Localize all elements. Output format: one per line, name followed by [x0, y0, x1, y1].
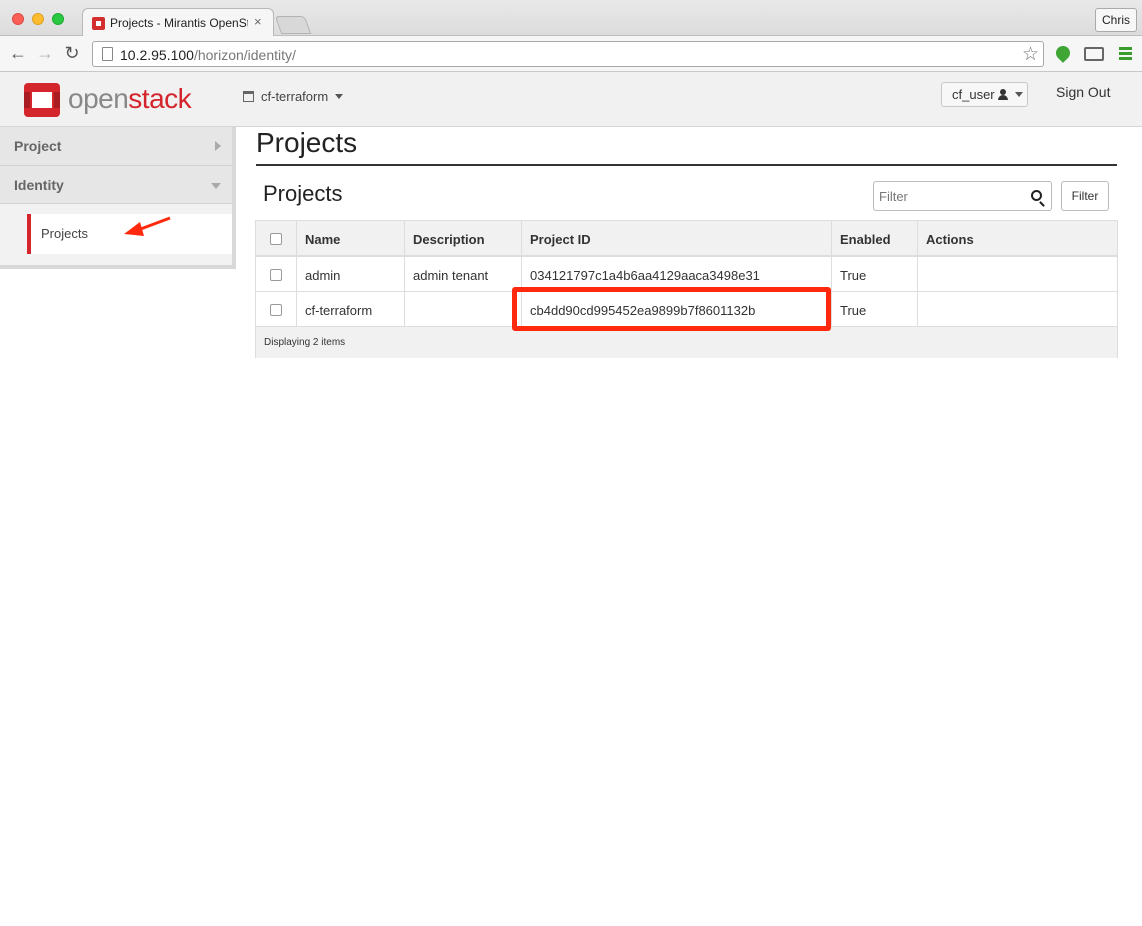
openstack-logo-icon[interactable]	[24, 83, 60, 117]
column-header-name[interactable]: Name	[297, 221, 405, 255]
column-header-actions: Actions	[926, 232, 974, 247]
logo-open-text: open	[68, 83, 129, 114]
caret-down-icon	[1014, 92, 1023, 97]
page-icon	[102, 47, 113, 61]
cell-description	[405, 292, 522, 326]
cell-actions	[918, 292, 1117, 326]
cell-description: admin tenant	[405, 257, 522, 291]
openstack-header: openstack cf-terraform cf_user Sign Out	[0, 72, 1142, 127]
cell-enabled: True	[832, 292, 918, 326]
address-bar[interactable]: 10.2.95.100/horizon/identity/ ☆	[92, 41, 1044, 67]
cell-enabled: True	[832, 257, 918, 291]
reload-icon[interactable]: ↻	[62, 43, 82, 63]
filter-button[interactable]: Filter	[1061, 181, 1109, 211]
browser-tab-bar: Projects - Mirantis OpenStack × Chris	[0, 0, 1142, 36]
table-title: Projects	[263, 181, 343, 206]
tab-title: Projects - Mirantis OpenStack	[110, 16, 248, 30]
column-header-description[interactable]: Description	[405, 221, 522, 255]
url-host: 10.2.95.100	[120, 47, 194, 63]
cell-name: admin	[297, 257, 405, 291]
row-select-cell	[256, 292, 297, 326]
row-select-cell	[256, 257, 297, 291]
select-all-cell	[256, 221, 297, 255]
user-menu[interactable]: cf_user	[941, 82, 1028, 107]
back-arrow-icon[interactable]: ←	[8, 43, 28, 63]
sidebar-panel-label: Identity	[14, 177, 64, 193]
openstack-logo-text[interactable]: openstack	[68, 83, 192, 115]
filter-input[interactable]: Filter	[873, 181, 1052, 211]
minimize-window-button[interactable]	[32, 13, 44, 25]
evernote-extension-icon[interactable]	[1054, 45, 1072, 63]
url-text: 10.2.95.100/horizon/identity/	[120, 47, 296, 63]
row-checkbox[interactable]	[270, 269, 282, 281]
search-icon[interactable]	[1031, 190, 1042, 201]
column-header-project-id[interactable]: Project ID	[522, 221, 832, 255]
browser-tab[interactable]: Projects - Mirantis OpenStack ×	[82, 8, 274, 36]
cast-icon[interactable]	[1084, 47, 1104, 61]
page-title: Projects	[256, 127, 358, 158]
sidebar-panel-label: Project	[14, 138, 62, 154]
annotation-highlight-box	[512, 287, 831, 331]
close-window-button[interactable]	[12, 13, 24, 25]
column-header-enabled[interactable]: Enabled	[832, 221, 918, 255]
chevron-right-icon	[215, 141, 221, 151]
menu-icon[interactable]	[1116, 45, 1134, 63]
table-footer: Displaying 2 items	[256, 327, 1117, 358]
annotation-arrow-icon	[124, 216, 171, 236]
chevron-down-icon	[211, 183, 221, 189]
sidebar-panel-identity[interactable]: Identity	[0, 166, 232, 204]
url-path: /horizon/identity/	[193, 47, 296, 63]
row-checkbox[interactable]	[270, 304, 282, 316]
forward-arrow-icon[interactable]: →	[35, 43, 55, 63]
cell-name: cf-terraform	[297, 292, 405, 326]
identity-submenu: Projects	[0, 204, 232, 265]
profile-button[interactable]: Chris	[1095, 8, 1137, 32]
cell-actions	[918, 257, 1117, 291]
new-tab-button[interactable]	[274, 16, 312, 34]
project-selector-label: cf-terraform	[261, 89, 329, 104]
tab-close-icon[interactable]: ×	[254, 14, 262, 29]
table-header-row: Name Description Project ID Enabled Acti…	[256, 221, 1117, 257]
sign-out-link[interactable]: Sign Out	[1056, 84, 1110, 100]
sidebar: Project Identity Projects	[0, 127, 236, 269]
title-divider	[256, 164, 1117, 166]
user-name: cf_user	[952, 87, 995, 102]
sidebar-panel-project[interactable]: Project	[0, 127, 232, 166]
filter-placeholder: Filter	[879, 189, 908, 204]
openstack-favicon-icon	[92, 17, 105, 30]
sidebar-item-label: Projects	[41, 226, 88, 241]
logo-stack-text: stack	[128, 83, 192, 114]
project-icon	[243, 91, 254, 102]
caret-down-icon	[335, 94, 344, 99]
select-all-checkbox[interactable]	[270, 233, 282, 245]
bookmark-star-icon[interactable]: ☆	[1022, 43, 1039, 66]
project-selector[interactable]: cf-terraform	[243, 89, 344, 104]
zoom-window-button[interactable]	[52, 13, 64, 25]
item-count: Displaying 2 items	[264, 337, 346, 348]
user-icon	[997, 89, 1008, 100]
browser-toolbar: ← → ↻ 10.2.95.100/horizon/identity/ ☆	[0, 36, 1142, 72]
cell-project-id: 034121797c1a4b6aa4129aaca3498e31	[522, 257, 832, 291]
